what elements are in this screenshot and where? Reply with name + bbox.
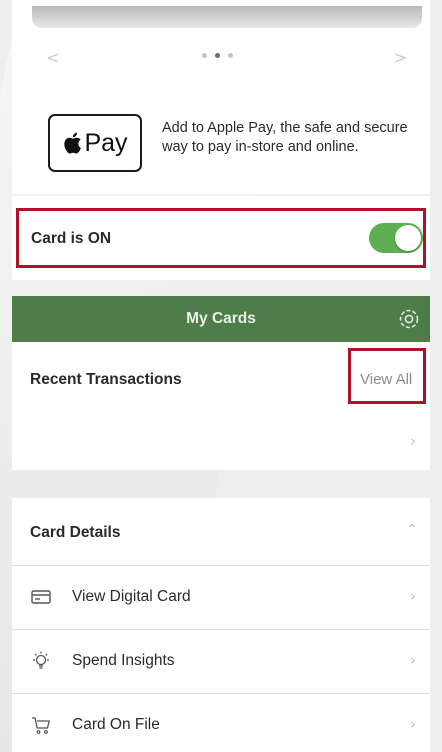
- apple-logo-icon: [64, 132, 82, 154]
- apple-pay-description: Add to Apple Pay, the safe and secure wa…: [162, 120, 408, 155]
- menu-item-label: View Digital Card: [72, 588, 191, 605]
- card-details-title: Card Details: [30, 524, 121, 541]
- add-to-apple-pay-button[interactable]: Pay: [48, 114, 142, 172]
- pagination-dot[interactable]: [228, 53, 233, 58]
- cart-icon: [32, 717, 50, 734]
- pagination-dot[interactable]: [202, 53, 207, 58]
- my-cards-bar[interactable]: My Cards: [12, 296, 430, 342]
- view-all-label: View All: [360, 371, 413, 388]
- card-status-toggle[interactable]: [369, 223, 423, 253]
- card-carousel-panel: < > Pay Add to Apple Pay, the safe and s…: [12, 0, 430, 194]
- chevron-right-icon: ›: [410, 587, 416, 605]
- card-status-label: Card is ON: [31, 230, 112, 247]
- recent-transactions-panel: Recent Transactions View All ›: [12, 342, 430, 470]
- card-image[interactable]: [32, 6, 422, 28]
- card-details-panel: Card Details ⌃ View Digital Card › Spend…: [12, 498, 430, 752]
- chevron-right-icon[interactable]: ›: [410, 432, 416, 450]
- toggle-knob: [395, 225, 421, 251]
- recent-transactions-heading: Recent Transactions: [30, 371, 182, 388]
- view-all-button[interactable]: View All: [348, 348, 426, 404]
- menu-item-label: Card On File: [72, 716, 160, 733]
- menu-item-view-digital-card[interactable]: View Digital Card ›: [12, 566, 430, 630]
- chevron-right-icon: ›: [410, 715, 416, 733]
- chevron-up-icon[interactable]: ⌃: [406, 522, 418, 538]
- apple-pay-badge-label: Pay: [84, 128, 128, 157]
- card-details-header[interactable]: Card Details ⌃: [12, 498, 430, 566]
- my-cards-label: My Cards: [186, 310, 256, 327]
- card-icon: [31, 590, 51, 604]
- carousel-pagination: [202, 53, 233, 58]
- card-status-panel: Card is ON: [12, 196, 430, 280]
- carousel-next-button[interactable]: >: [394, 48, 407, 67]
- settings-icon[interactable]: [397, 307, 421, 331]
- menu-item-spend-insights[interactable]: Spend Insights ›: [12, 630, 430, 694]
- menu-item-card-on-file[interactable]: Card On File ›: [12, 694, 430, 752]
- carousel-prev-button[interactable]: <: [46, 48, 59, 67]
- lightbulb-icon: [33, 651, 49, 669]
- chevron-right-icon: ›: [410, 651, 416, 669]
- pagination-dot-active[interactable]: [215, 53, 220, 58]
- card-status-row: Card is ON: [16, 208, 426, 268]
- menu-item-label: Spend Insights: [72, 652, 175, 669]
